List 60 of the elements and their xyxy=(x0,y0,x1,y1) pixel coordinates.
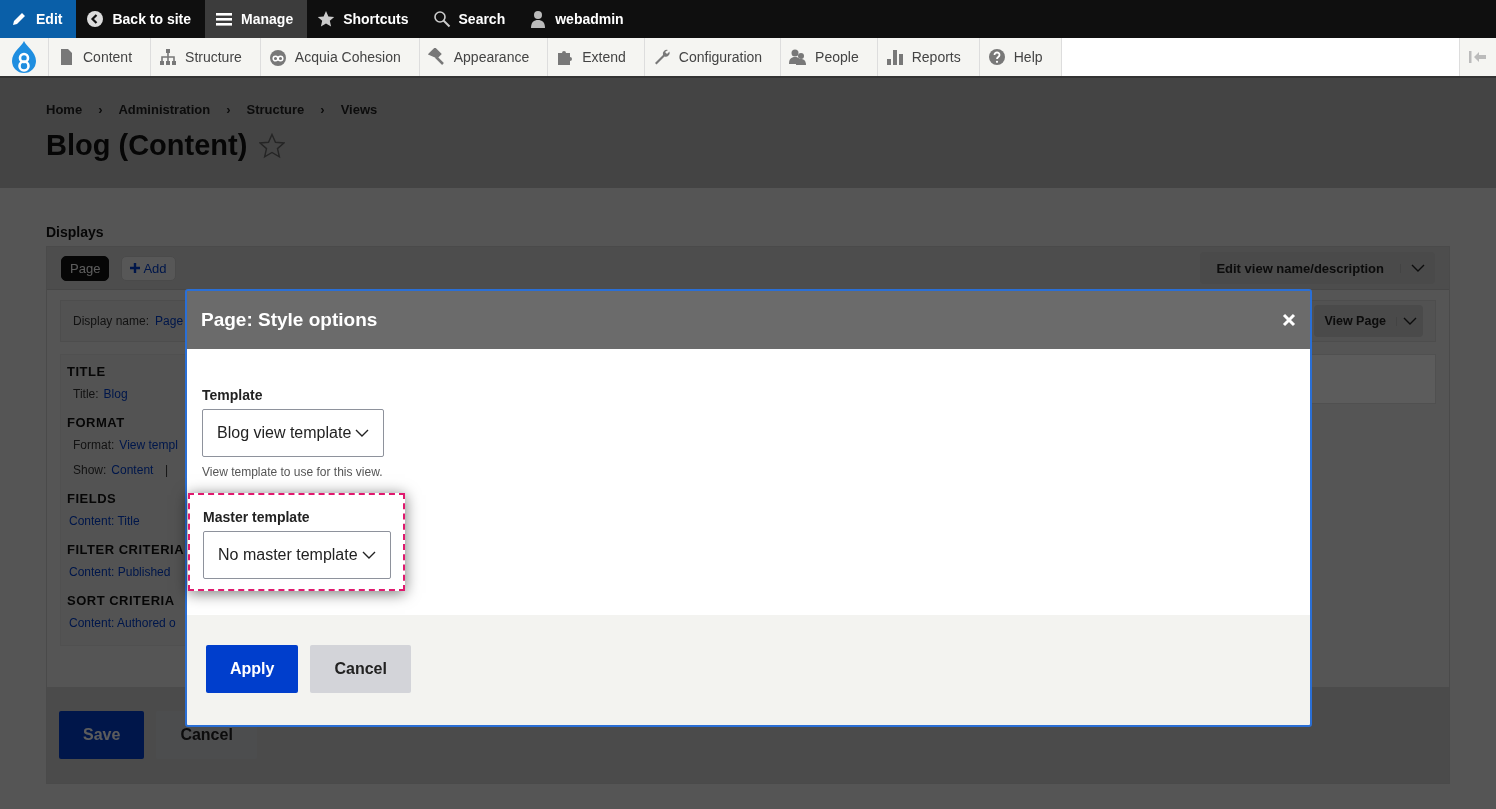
toolbar-tab[interactable]: Manage xyxy=(205,0,308,38)
section-title: FILTER CRITERIA xyxy=(67,540,185,559)
tray-menu-item[interactable]: Reports xyxy=(877,38,980,76)
section-title: FIELDS xyxy=(67,489,117,508)
help-icon xyxy=(987,48,1006,66)
setting-label: Show: xyxy=(73,462,107,477)
chevron-down-icon xyxy=(1403,316,1417,326)
menu-icon xyxy=(215,10,234,28)
field-description: View template to use for this view. xyxy=(202,465,384,479)
chevron-down-icon xyxy=(361,550,376,560)
toolbar-tab[interactable]: Back to site xyxy=(76,0,206,38)
tray-menu-item[interactable]: Help xyxy=(979,38,1062,76)
tray-menu-item[interactable]: Structure xyxy=(151,38,261,76)
tray-menu-item[interactable]: Extend xyxy=(548,38,645,76)
section-title: FORMAT xyxy=(67,413,125,432)
tray-menu-item[interactable]: People xyxy=(781,38,878,76)
cancel-button[interactable]: Cancel xyxy=(310,645,411,693)
field-label: Master template xyxy=(203,509,311,525)
close-icon[interactable] xyxy=(1282,313,1296,327)
plus-icon xyxy=(130,263,141,273)
chevron-down-icon xyxy=(1411,263,1425,273)
toolbar-tab[interactable]: webadmin xyxy=(519,0,638,38)
page-title: Blog (Content) xyxy=(46,129,248,162)
hammer-icon xyxy=(427,48,446,66)
bar-chart-icon xyxy=(885,48,904,66)
template-select[interactable]: No master template xyxy=(203,531,391,579)
tray-menu-item[interactable]: Acquia Cohesion xyxy=(260,38,420,76)
people-icon xyxy=(789,48,808,66)
setting-label: Format: xyxy=(73,437,115,452)
section-title: SORT CRITERIA xyxy=(67,591,175,610)
toolbar-tab[interactable]: Search xyxy=(422,0,520,38)
apply-button[interactable]: Apply xyxy=(206,645,299,693)
breadcrumb-separator: › xyxy=(320,102,325,117)
toolbar-tab[interactable]: Edit xyxy=(0,0,77,38)
tray-menu-item[interactable]: Configuration xyxy=(644,38,782,76)
breadcrumb-separator: › xyxy=(98,102,103,117)
pencil-icon xyxy=(10,10,28,28)
dialog-title: Page: Style options xyxy=(201,309,379,331)
hierarchy-icon xyxy=(159,48,178,66)
user-icon xyxy=(529,10,548,28)
chevron-down-icon xyxy=(355,428,370,438)
field-label: Template xyxy=(202,387,264,403)
collapse-icon[interactable] xyxy=(1468,50,1488,64)
drop-logo-icon[interactable] xyxy=(9,40,39,74)
breadcrumb-separator: › xyxy=(226,102,231,117)
star-icon[interactable] xyxy=(259,132,286,159)
toolbar-tab[interactable]: Shortcuts xyxy=(307,0,423,38)
puzzle-icon xyxy=(556,48,575,66)
back-icon xyxy=(86,10,105,28)
template-select[interactable]: Blog view template xyxy=(202,409,385,457)
link-separator: | xyxy=(164,462,169,477)
search-icon xyxy=(432,10,451,28)
display-name-label: Display name: xyxy=(73,314,150,328)
setting-label: Title: xyxy=(73,386,99,401)
section-title: TITLE xyxy=(67,362,106,381)
ring-icon xyxy=(268,48,287,66)
star-icon xyxy=(317,10,336,28)
displays-heading: Displays xyxy=(46,224,105,240)
tray-menu-item[interactable]: Content xyxy=(49,38,152,76)
tray-menu-item[interactable]: Appearance xyxy=(419,38,549,76)
